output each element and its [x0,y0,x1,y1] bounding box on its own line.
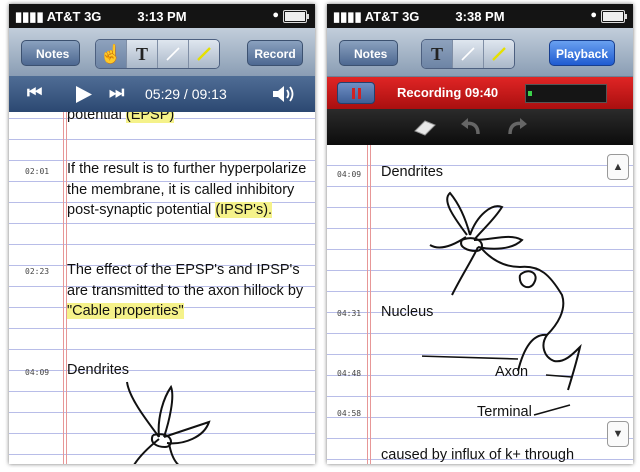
label-dendrites[interactable]: Dendrites [381,162,621,183]
label-terminal[interactable]: Terminal [477,402,633,423]
orientation-lock-icon: ● [590,9,597,21]
margin-line [63,77,64,464]
note-cable-properties[interactable]: The effect of the EPSP's and IPSP's are … [67,260,307,322]
scroll-up-button[interactable]: ▲ [607,154,629,180]
label-axon[interactable]: Axon [495,362,633,383]
audio-level-meter [525,84,607,103]
notes-toolbar: Notes ☝ T Record [9,28,315,77]
tool-selector: ☝ T [95,39,220,69]
notes-back-button[interactable]: Notes [339,40,399,66]
notes-toolbar: Notes T Playback [327,28,633,77]
notes-page[interactable]: 04:09 Dendrites 04:31 Nucleus 04:48 Axon… [327,145,633,464]
left-phone-screen: ▮▮▮▮ AT&T 3G 3:13 PM ● Notes ☝ T Record … [9,4,315,464]
margin-line [370,145,371,464]
margin-line [367,145,368,464]
edit-toolbar [327,109,633,145]
battery-icon [601,10,627,23]
skip-back-icon[interactable]: ⏮ [27,83,42,103]
playback-button[interactable]: Playback [549,40,615,66]
recording-bar: Recording 09:40 [327,77,633,109]
timestamp[interactable]: 04:48 [337,369,361,378]
skip-forward-icon[interactable]: ⏭ [109,83,124,103]
text-tool-icon[interactable]: T [126,40,157,68]
recording-label: Recording 09:40 [397,85,499,100]
status-time: 3:38 PM [455,9,505,24]
status-bar: ▮▮▮▮ AT&T 3G 3:38 PM ● [327,4,633,28]
pen-tool-icon[interactable] [188,40,219,68]
text-tool-icon[interactable]: T [422,40,452,68]
tool-selector: T [421,39,515,69]
play-icon[interactable] [75,85,93,104]
scroll-down-button[interactable]: ▼ [607,421,629,447]
label-nucleus[interactable]: Nucleus [381,302,621,323]
notes-back-button[interactable]: Notes [21,40,81,66]
redo-icon[interactable] [505,116,529,138]
playback-timecode: 05:29 / 09:13 [145,86,227,102]
note-ipsp[interactable]: If the result is to further hyperpolariz… [67,159,307,221]
timestamp[interactable]: 04:58 [337,409,361,418]
pen-tool-icon[interactable] [483,40,514,68]
line-tool-icon[interactable] [452,40,483,68]
pause-button[interactable] [337,82,375,104]
timestamp[interactable]: 04:09 [337,170,361,179]
status-time: 3:13 PM [137,9,187,24]
volume-icon[interactable] [271,83,297,105]
hand-icon[interactable]: ☝ [96,40,126,68]
right-phone-screen: ▮▮▮▮ AT&T 3G 3:38 PM ● Notes T Playback … [327,4,633,464]
note-dendrites[interactable]: Dendrites [67,360,307,381]
orientation-lock-icon: ● [272,9,279,21]
status-bar: ▮▮▮▮ AT&T 3G 3:13 PM ● [9,4,315,28]
timestamp[interactable]: 02:01 [25,167,49,176]
timestamp[interactable]: 04:31 [337,309,361,318]
neuron-sketch [126,381,211,464]
record-button[interactable]: Record [247,40,303,66]
timestamp[interactable]: 04:09 [25,368,49,377]
timestamp[interactable]: 02:23 [25,267,49,276]
undo-icon[interactable] [459,116,483,138]
note-bottom-text[interactable]: caused by influx of k+ through [381,445,621,464]
battery-icon [283,10,309,23]
playback-bar: ⏮ ⏭ 05:29 / 09:13 [9,76,315,112]
line-tool-icon[interactable] [157,40,188,68]
notes-page[interactable]: potential (EPSP) 02:01 If the result is … [9,77,315,464]
eraser-icon[interactable] [413,117,437,137]
